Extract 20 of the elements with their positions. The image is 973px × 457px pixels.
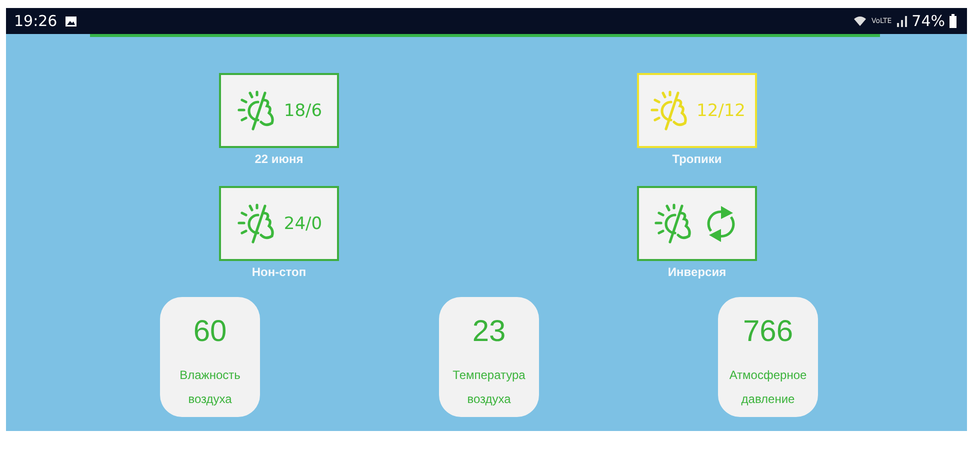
mode-button[interactable] <box>637 186 757 261</box>
battery-icon <box>949 14 957 28</box>
sensor-value: 60 <box>193 315 227 349</box>
mode-button[interactable]: 18/6 <box>219 73 339 148</box>
mode-label: Тропики <box>672 152 722 166</box>
mode-label: 22 июня <box>254 152 304 166</box>
sensor-value: 23 <box>472 315 506 349</box>
mode-button[interactable]: 12/12 <box>637 73 757 148</box>
sensor-label: Влажность воздуха <box>178 367 242 408</box>
signal-icon <box>896 15 908 27</box>
image-icon <box>65 16 78 26</box>
sensor-label: Атмосферное давление <box>728 367 808 408</box>
mode-button[interactable]: 24/0 <box>219 186 339 261</box>
wifi-icon <box>853 15 868 27</box>
sensor-label: Температура воздуха <box>452 367 526 408</box>
battery-percent: 74% <box>912 12 945 30</box>
mode-label: Нон-стоп <box>252 265 306 279</box>
sensor-value: 766 <box>742 315 794 349</box>
mode-label: Инверсия <box>668 265 726 279</box>
clock-time: 19:26 <box>14 12 58 30</box>
